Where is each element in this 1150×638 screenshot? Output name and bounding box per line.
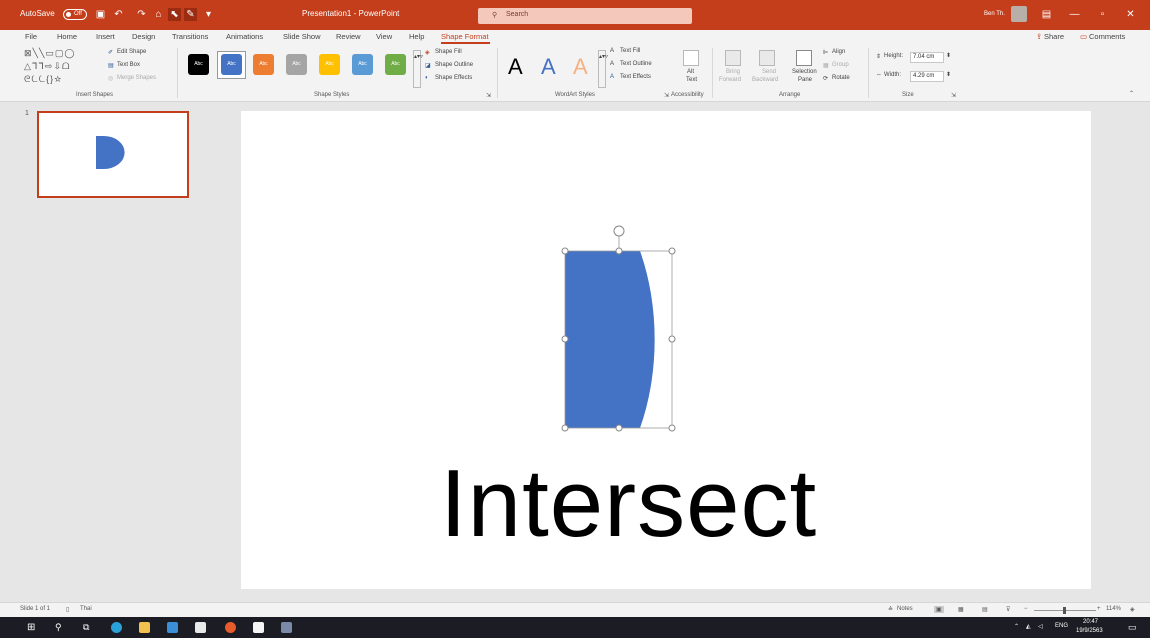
resize-handle-top-right[interactable] <box>668 247 676 255</box>
normal-view-icon[interactable]: ▣ <box>934 606 944 613</box>
spellcheck-icon[interactable]: ▯ <box>66 606 69 613</box>
language-indicator[interactable]: Thai <box>80 606 92 612</box>
zoom-in-icon[interactable]: + <box>1097 606 1101 612</box>
edge-icon[interactable] <box>111 622 122 633</box>
network-icon[interactable]: ◭ <box>1026 623 1031 630</box>
mail-icon[interactable] <box>167 622 178 633</box>
notifications-icon[interactable]: ▭ <box>1128 622 1137 633</box>
task-view-icon[interactable]: ⧉ <box>83 622 94 633</box>
store-icon[interactable] <box>195 622 206 633</box>
intersect-shape[interactable] <box>565 251 655 428</box>
resize-handle-top-left[interactable] <box>561 247 569 255</box>
notepad-icon[interactable] <box>253 622 264 633</box>
notes-button[interactable]: Notes <box>897 606 913 612</box>
resize-handle-bottom-left[interactable] <box>561 424 569 432</box>
status-bar: Slide 1 of 1 ▯ Thai ≙ Notes ▣ ▦ ▤ ⊽ − + … <box>0 602 1150 617</box>
resize-handle-top[interactable] <box>615 247 623 255</box>
volume-icon[interactable]: ◁ <box>1038 623 1043 630</box>
slide-sorter-icon[interactable]: ▦ <box>958 606 964 613</box>
start-icon[interactable]: ⊞ <box>27 622 38 633</box>
clock-time[interactable]: 20:47 <box>1083 619 1098 625</box>
tray-chevron-icon[interactable]: ⌃ <box>1014 623 1019 630</box>
office-icon[interactable] <box>225 622 236 633</box>
notes-icon: ≙ <box>888 607 894 613</box>
resize-handle-bottom-right[interactable] <box>668 424 676 432</box>
resize-handle-left[interactable] <box>561 335 569 343</box>
input-language[interactable]: ENG <box>1055 623 1068 629</box>
zoom-slider-thumb[interactable] <box>1063 607 1066 614</box>
clock-date[interactable]: 19/9/2563 <box>1076 628 1103 634</box>
reading-view-icon[interactable]: ▤ <box>982 606 988 613</box>
rotate-handle-icon[interactable] <box>613 225 625 237</box>
windows-taskbar: ⊞ ⚲ ⧉ ⌃ ◭ ◁ ENG 20:47 19/9/2563 ▭ <box>0 617 1150 638</box>
slide-count: Slide 1 of 1 <box>20 606 51 612</box>
fit-slide-icon[interactable]: ◈ <box>1130 606 1135 613</box>
zoom-level[interactable]: 114% <box>1106 606 1121 612</box>
paint-icon[interactable] <box>281 622 292 633</box>
resize-handle-right[interactable] <box>668 335 676 343</box>
file-explorer-icon[interactable] <box>139 622 150 633</box>
slide-title-text[interactable]: Intersect <box>440 456 817 552</box>
resize-handle-bottom[interactable] <box>615 424 623 432</box>
slideshow-view-icon[interactable]: ⊽ <box>1006 606 1010 613</box>
zoom-out-icon[interactable]: − <box>1024 606 1028 612</box>
taskbar-search-icon[interactable]: ⚲ <box>55 622 66 633</box>
